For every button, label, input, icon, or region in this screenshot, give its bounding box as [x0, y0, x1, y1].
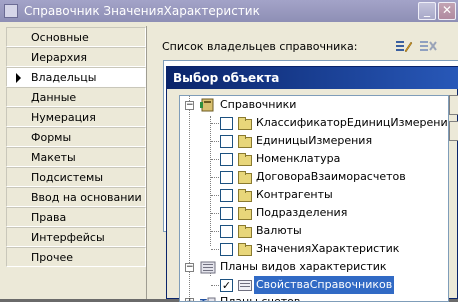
tree-node-label: ЕдиницыИзмерения: [256, 134, 373, 147]
folder-icon: [238, 189, 252, 202]
nav-item-label: Подсистемы: [31, 171, 104, 184]
nav-item-label: Прочее: [31, 251, 74, 264]
nav-item-label: Формы: [31, 131, 72, 144]
tree-node-label: ЗначенияХарактеристик: [256, 242, 400, 255]
tree-node-item[interactable]: Валюты: [180, 222, 448, 240]
edit-list-icon[interactable]: [395, 38, 413, 54]
item-checkbox[interactable]: ✓: [220, 279, 233, 292]
close-button[interactable]: ✕: [438, 2, 456, 20]
select-object-dialog: Выбор объекта − Справочники Классификато…: [166, 66, 458, 302]
nav-item-label: Нумерация: [31, 111, 96, 124]
window-title: Справочник ЗначенияХарактеристик: [24, 4, 260, 18]
minimize-button[interactable]: _: [418, 2, 436, 20]
current-arrow-icon: [16, 73, 21, 83]
nav-item-main[interactable]: Основные: [6, 27, 146, 47]
folder-icon: [238, 171, 252, 184]
tree-node-item[interactable]: ЕдиницыИзмерения: [180, 132, 448, 150]
characteristic-icon: [238, 280, 252, 291]
tree-node-item-selected[interactable]: ✓ СвойстваСправочников: [180, 276, 448, 294]
nav-item-label: Владельцы: [31, 71, 97, 84]
nav-item-other[interactable]: Прочее: [6, 247, 146, 267]
item-checkbox[interactable]: [220, 207, 233, 220]
dialog-title[interactable]: Выбор объекта: [167, 67, 458, 89]
window-titlebar[interactable]: Справочник ЗначенияХарактеристик _ ✕: [0, 0, 458, 22]
nav-item-rights[interactable]: Права: [6, 207, 146, 227]
catalog-icon: [200, 98, 214, 112]
nav-item-input-based[interactable]: Ввод на основании: [6, 187, 146, 207]
dialog-button-ok[interactable]: [449, 95, 458, 115]
tree-node-item[interactable]: ЗначенияХарактеристик: [180, 240, 448, 258]
tree-node-item[interactable]: Контрагенты: [180, 186, 448, 204]
collapse-icon[interactable]: −: [185, 101, 194, 110]
item-checkbox[interactable]: [220, 117, 233, 130]
tree-node-label: Валюты: [256, 224, 302, 237]
delete-list-icon[interactable]: [419, 38, 437, 54]
tree-node-label: Планы видов характеристик: [220, 260, 387, 273]
object-tree[interactable]: − Справочники КлассификаторЕдиницИзмерен…: [179, 95, 449, 302]
dialog-button-cancel[interactable]: [449, 121, 458, 141]
nav-item-interfaces[interactable]: Интерфейсы: [6, 227, 146, 247]
tree-node-item[interactable]: КлассификаторЕдиницИзмерения: [180, 114, 448, 132]
folder-icon: [238, 225, 252, 238]
chart-of-accounts-icon: T: [200, 297, 216, 301]
collapse-icon[interactable]: −: [185, 263, 194, 272]
folder-icon: [238, 117, 252, 130]
nav-item-numbering[interactable]: Нумерация: [6, 107, 146, 127]
tree-node-item[interactable]: Подразделения: [180, 204, 448, 222]
nav-item-templates[interactable]: Макеты: [6, 147, 146, 167]
tree-node-label: Контрагенты: [256, 188, 333, 201]
nav-item-hierarchy[interactable]: Иерархия: [6, 47, 146, 67]
item-checkbox[interactable]: [220, 243, 233, 256]
app-icon: [4, 4, 18, 18]
section-nav: Основные Иерархия Владельцы Данные Нумер…: [6, 27, 146, 267]
item-checkbox[interactable]: [220, 225, 233, 238]
tree-node-item[interactable]: ДоговораВзаиморасчетов: [180, 168, 448, 186]
nav-item-label: Ввод на основании: [31, 191, 142, 204]
folder-icon: [238, 207, 252, 220]
nav-item-label: Иерархия: [31, 51, 87, 64]
nav-item-data[interactable]: Данные: [6, 87, 146, 107]
tree-node-chart-of-accounts[interactable]: + T Планы счетов: [180, 293, 448, 302]
folder-icon: [238, 243, 252, 256]
nav-item-label: Права: [31, 211, 67, 224]
owners-list-label: Список владельцев справочника:: [162, 40, 358, 53]
folder-icon: [238, 153, 252, 166]
characteristic-plans-icon: [200, 261, 216, 274]
tree-node-item[interactable]: Номенклатура: [180, 150, 448, 168]
nav-item-subsystems[interactable]: Подсистемы: [6, 167, 146, 187]
tree-node-label: КлассификаторЕдиницИзмерения: [256, 116, 449, 129]
nav-item-label: Макеты: [31, 151, 76, 164]
item-checkbox[interactable]: [220, 135, 233, 148]
nav-item-label: Интерфейсы: [31, 231, 105, 244]
nav-item-label: Основные: [31, 31, 89, 44]
item-checkbox[interactable]: [220, 171, 233, 184]
tree-node-label: Справочники: [220, 98, 297, 111]
tree-node-label: СвойстваСправочников: [254, 276, 395, 294]
nav-item-forms[interactable]: Формы: [6, 127, 146, 147]
tree-node-catalogs[interactable]: − Справочники: [180, 96, 448, 114]
folder-icon: [238, 135, 252, 148]
item-checkbox[interactable]: [220, 189, 233, 202]
tree-node-label: Планы счетов: [220, 295, 301, 302]
tree-node-label: Подразделения: [256, 206, 348, 219]
tree-node-label: Номенклатура: [256, 152, 341, 165]
main-window: Справочник ЗначенияХарактеристик _ ✕ Осн…: [0, 0, 458, 302]
nav-item-owners[interactable]: Владельцы: [6, 67, 146, 87]
tree-node-label: ДоговораВзаиморасчетов: [256, 170, 406, 183]
tree-node-characteristic-plans[interactable]: − Планы видов характеристик: [180, 258, 448, 276]
item-checkbox[interactable]: [220, 153, 233, 166]
nav-item-label: Данные: [31, 91, 77, 104]
